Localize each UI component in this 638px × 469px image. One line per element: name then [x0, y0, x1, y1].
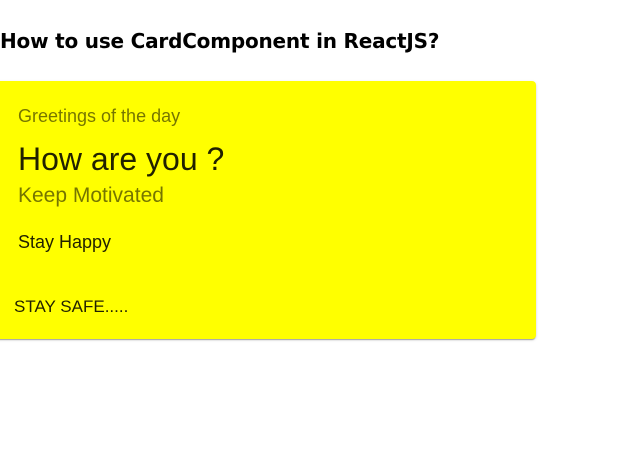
card-actions: STAY SAFE.....: [4, 289, 138, 329]
stay-safe-button[interactable]: STAY SAFE.....: [4, 289, 138, 325]
card-title: How are you ?: [18, 141, 225, 177]
card-greeting-text: Greetings of the day: [18, 106, 181, 126]
card-subtitle: Keep Motivated: [18, 184, 164, 207]
greeting-card: Greetings of the day How are you ? Keep …: [0, 81, 536, 339]
card-body-text: Stay Happy: [18, 232, 112, 252]
page-title: How to use CardComponent in ReactJS?: [0, 29, 440, 53]
